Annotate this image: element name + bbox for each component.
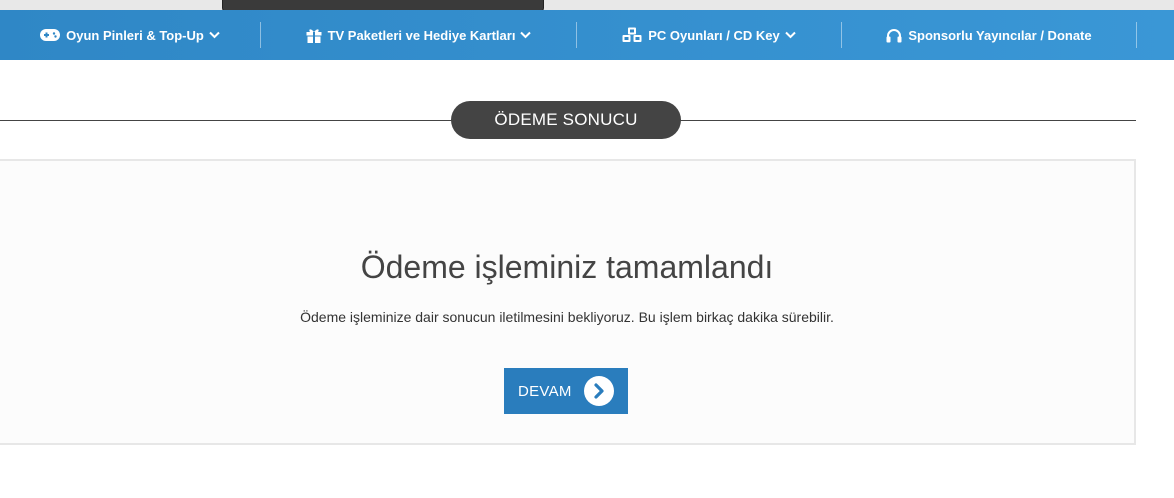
nav-item-label: TV Paketleri ve Hediye Kartları (327, 27, 516, 43)
continue-button-label: DEVAM (518, 382, 572, 400)
gamepad-icon (40, 29, 61, 41)
browser-top-strip (0, 0, 1174, 10)
chevron-down-icon (785, 31, 796, 39)
chevron-right-circle-icon (584, 376, 614, 406)
result-title: Ödeme işleminiz tamamlandı (360, 249, 774, 285)
nav-item-label: Sponsorlu Yayıncılar / Donate (908, 27, 1092, 43)
gift-icon (306, 28, 322, 43)
nav-item-game-pins[interactable]: Oyun Pinleri & Top-Up (0, 10, 260, 60)
section-title-pill: ÖDEME SONUCU (451, 101, 681, 139)
nav-separator (1136, 22, 1137, 48)
nav-item-label: PC Oyunları / CD Key (648, 27, 780, 43)
section-title: ÖDEME SONUCU (494, 110, 638, 129)
cubes-icon (622, 27, 642, 43)
headphones-icon (886, 28, 902, 43)
continue-button[interactable]: DEVAM (504, 368, 628, 414)
chevron-down-icon (520, 31, 532, 39)
nav-item-sponsored-streamers[interactable]: Sponsorlu Yayıncılar / Donate (842, 10, 1136, 60)
result-message: Ödeme işleminize dair sonucun iletilmesi… (300, 309, 834, 325)
main-navbar: Oyun Pinleri & Top-Up TV Paketleri ve He… (0, 10, 1174, 60)
nav-item-tv-gift-cards[interactable]: TV Paketleri ve Hediye Kartları (261, 10, 576, 60)
nav-item-pc-games[interactable]: PC Oyunları / CD Key (577, 10, 841, 60)
nav-item-label: Oyun Pinleri & Top-Up (66, 27, 204, 43)
chevron-down-icon (209, 31, 220, 39)
